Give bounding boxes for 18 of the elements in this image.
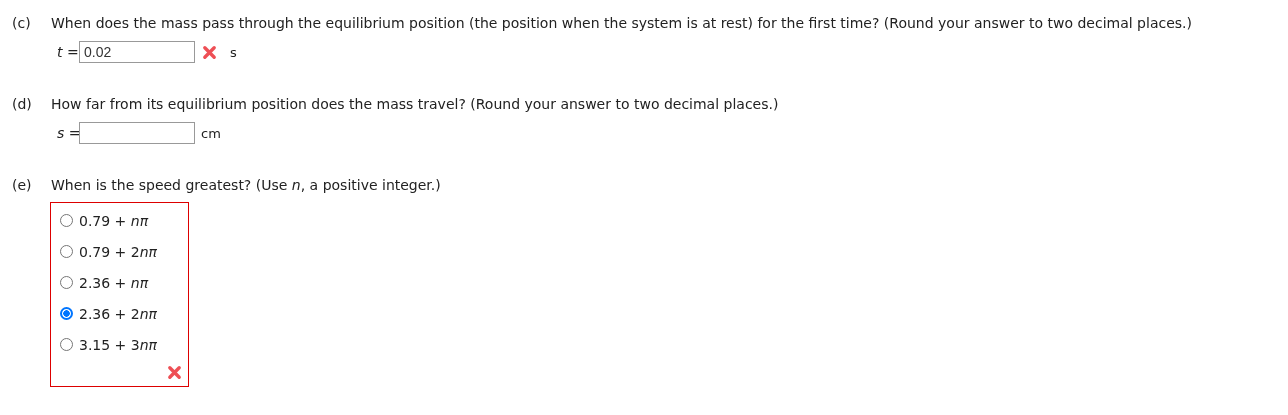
question-text: When is the speed greatest? (Use n, a positive integer.) bbox=[51, 176, 441, 195]
part-label: (d) bbox=[12, 95, 33, 114]
part-label: (e) bbox=[12, 176, 33, 195]
option-label: 0.79 + 2nπ bbox=[79, 243, 158, 260]
variable-label: t = bbox=[57, 44, 79, 60]
unit-label: s bbox=[230, 44, 237, 60]
answer-field[interactable]: 0.02 bbox=[79, 41, 195, 63]
question-text: When does the mass pass through the equilibrium position (the position when the system is at rest) for the first time? (Round your answer to two decimal places.) bbox=[51, 14, 1192, 33]
unit-label: cm bbox=[201, 125, 221, 141]
option-label: 2.36 + 2nπ bbox=[79, 305, 158, 322]
question-text: How far from its equilibrium position does the mass travel? (Round your answer to two decimal places.) bbox=[51, 95, 779, 114]
radio-button[interactable] bbox=[60, 307, 73, 320]
part-label: (c) bbox=[12, 14, 32, 33]
option-label: 0.79 + nπ bbox=[79, 212, 149, 229]
variable-label: s = bbox=[57, 125, 79, 141]
answer-field[interactable] bbox=[79, 122, 195, 144]
option-label: 2.36 + nπ bbox=[79, 274, 149, 291]
option-label: 3.15 + 3nπ bbox=[79, 336, 158, 353]
